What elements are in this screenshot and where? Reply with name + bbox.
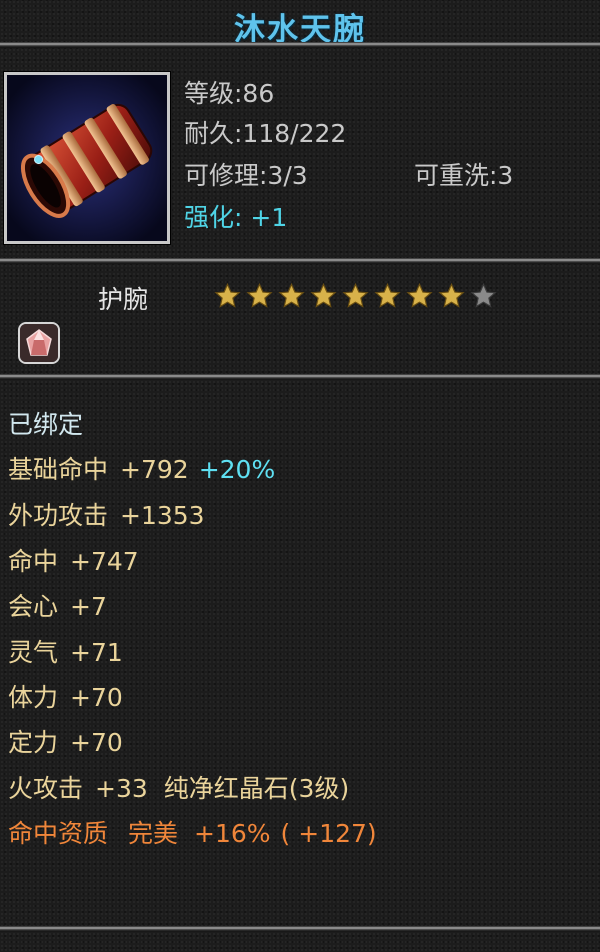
- stat-outer-attack: 外功攻击 +1353: [8, 499, 205, 533]
- stat-base-hit: 基础命中 +792 +20%: [8, 453, 275, 487]
- item-tooltip-panel: 沐水天腕 等级:86 耐久:118/222 可修理:3/3 可重洗:3 强化: …: [0, 0, 600, 952]
- stat-label: 外功攻击: [8, 501, 109, 530]
- stat-focus: 定力 +70: [8, 726, 123, 760]
- stat-crit: 会心 +7: [8, 590, 107, 624]
- divider: [0, 374, 600, 380]
- item-enhance: 强化: +1: [184, 203, 288, 232]
- aptitude-grade: 完美: [128, 819, 179, 848]
- stat-spirit: 灵气 +71: [8, 636, 123, 670]
- stat-value: +747: [70, 547, 139, 576]
- stat-label: 命中: [8, 547, 59, 576]
- stat-fire-attack: 火攻击 +33 纯净红晶石(3级): [8, 772, 349, 806]
- stat-label: 会心: [8, 592, 59, 621]
- aptitude-percent: +16%: [194, 819, 271, 848]
- star-filled-icon: [374, 282, 401, 308]
- stat-label: 火攻击: [8, 774, 84, 803]
- divider: [0, 926, 600, 932]
- item-type: 护腕: [98, 285, 149, 314]
- stat-label: 定力: [8, 728, 59, 757]
- star-filled-icon: [214, 282, 241, 308]
- stat-value: +7: [70, 592, 107, 621]
- star-filled-icon: [406, 282, 433, 308]
- item-icon-frame: [4, 72, 170, 244]
- stat-value: +1353: [120, 501, 205, 530]
- red-gem-icon: [20, 324, 58, 362]
- stat-value: +792: [120, 455, 189, 484]
- stat-value: +70: [70, 728, 123, 757]
- star-filled-icon: [278, 282, 305, 308]
- item-rewash: 可重洗:3: [414, 161, 514, 190]
- gem-name: 纯净红晶石(3级): [163, 774, 350, 803]
- stat-hit: 命中 +747: [8, 545, 139, 579]
- aptitude-extra: ( +127): [280, 819, 377, 848]
- star-filled-icon: [310, 282, 337, 308]
- item-level: 等级:86: [184, 79, 275, 108]
- gem-slot[interactable]: [18, 322, 60, 364]
- star-rating: [212, 282, 499, 310]
- item-repairable: 可修理:3/3: [184, 161, 308, 190]
- divider: [0, 258, 600, 264]
- stat-stamina: 体力 +70: [8, 681, 123, 715]
- bound-status: 已绑定: [8, 410, 84, 439]
- stat-label: 基础命中: [8, 455, 109, 484]
- divider: [0, 42, 600, 48]
- star-filled-icon: [342, 282, 369, 308]
- stat-value: +71: [70, 638, 123, 667]
- aptitude-label: 命中资质: [8, 819, 109, 848]
- stat-bonus: +20%: [198, 455, 276, 484]
- stat-aptitude: 命中资质 完美 +16% ( +127): [8, 817, 377, 851]
- stat-value: +70: [70, 683, 123, 712]
- star-empty-icon: [470, 282, 497, 308]
- star-filled-icon: [246, 282, 273, 308]
- stat-label: 体力: [8, 683, 59, 712]
- stat-value: +33: [95, 774, 148, 803]
- item-durability: 耐久:118/222: [184, 119, 347, 148]
- red-bracer-icon: [7, 75, 167, 241]
- star-filled-icon: [438, 282, 465, 308]
- stat-label: 灵气: [8, 638, 59, 667]
